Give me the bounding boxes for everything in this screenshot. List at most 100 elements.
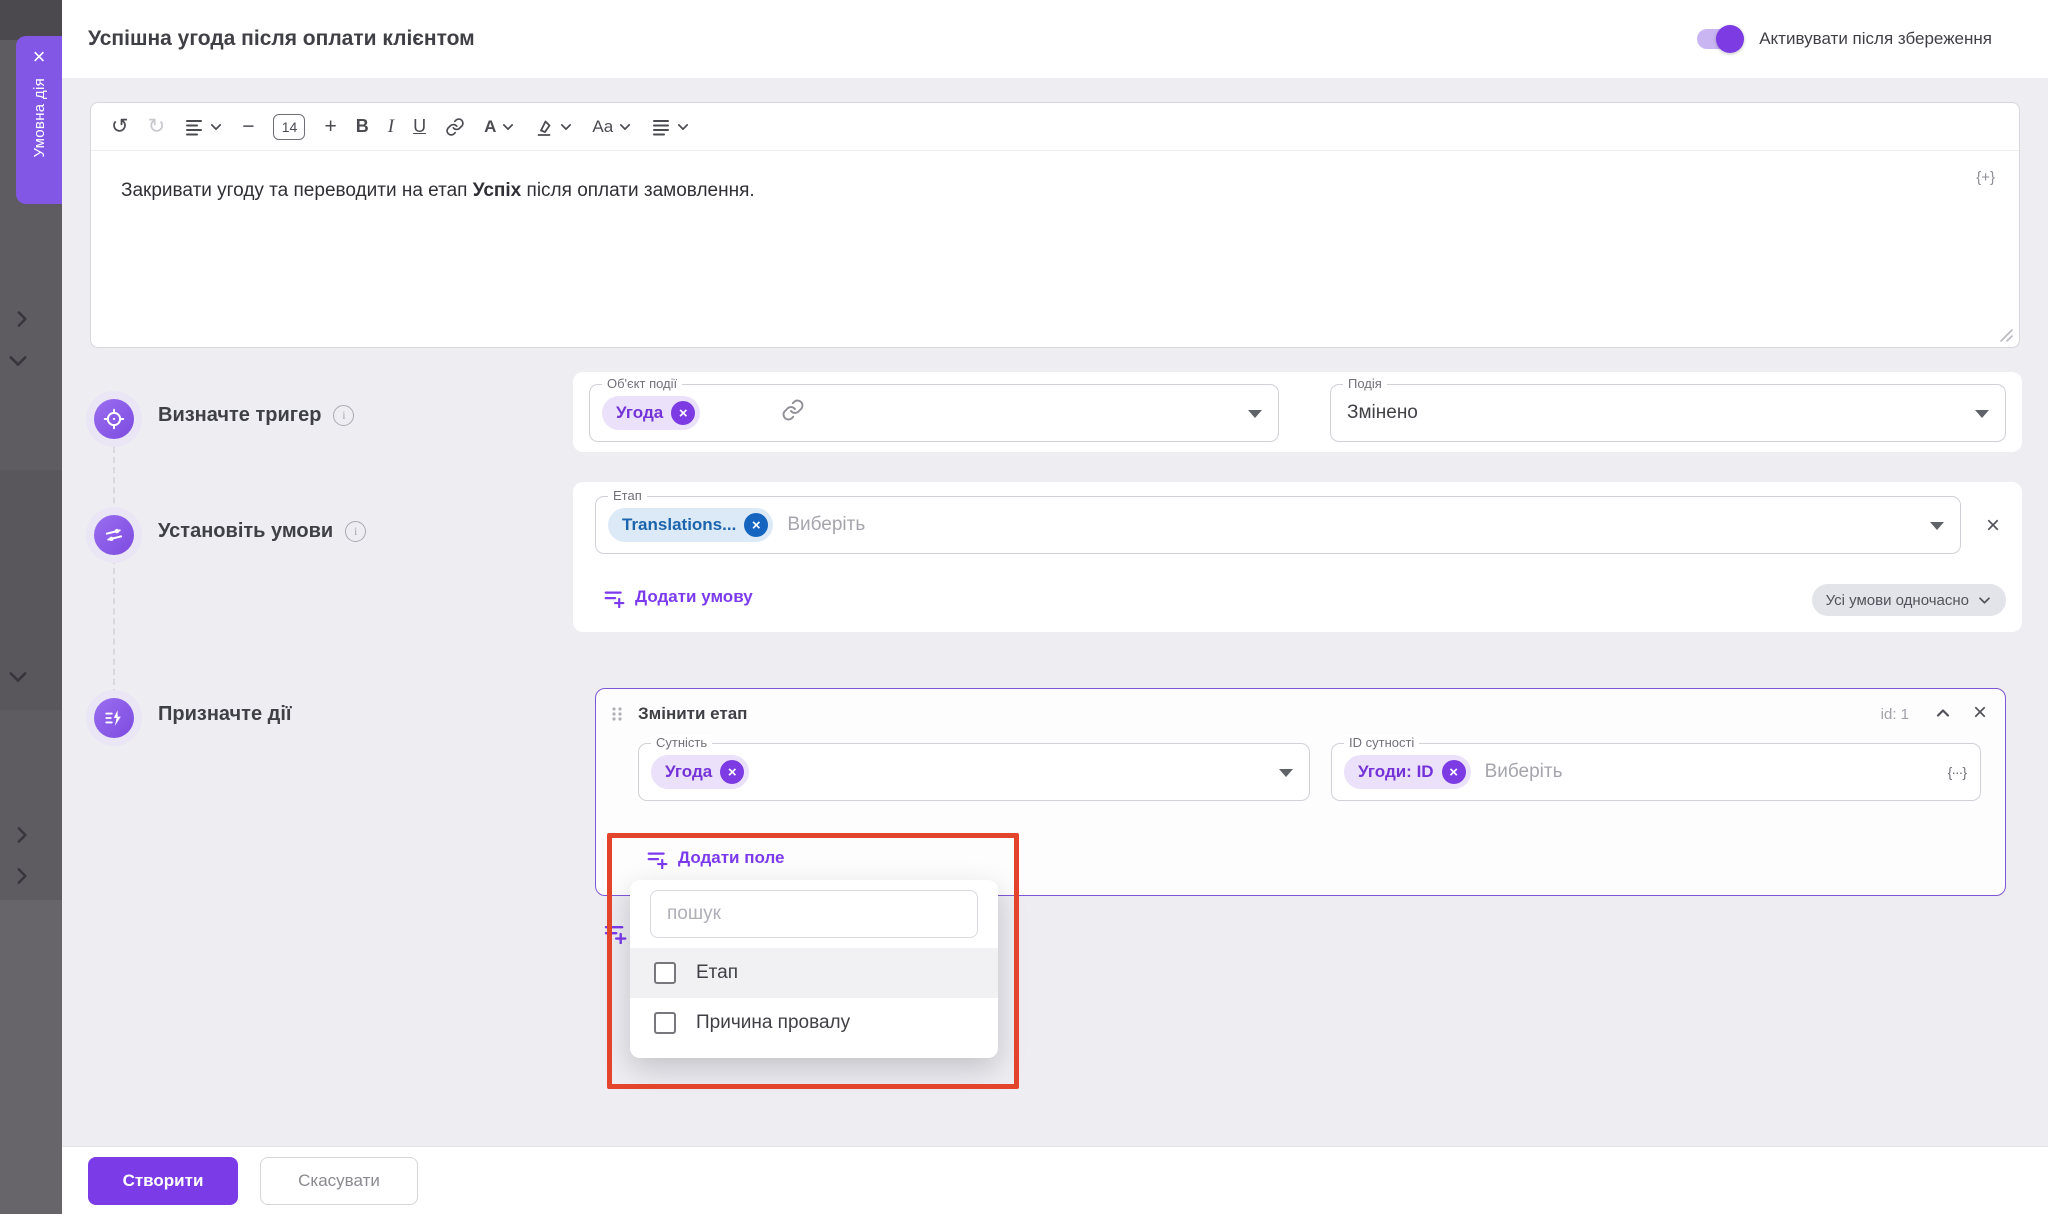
italic-button[interactable]: I <box>388 116 394 138</box>
trigger-step-icon <box>86 391 142 447</box>
field-label: ID сутності <box>1344 735 1419 750</box>
select-placeholder: Виберіть <box>787 514 865 536</box>
page-title: Успішна угода після оплати клієнтом <box>88 27 475 51</box>
step-label: Установіть умови <box>158 520 333 543</box>
option-checkbox[interactable] <box>654 1012 676 1034</box>
insert-variable-icon[interactable]: {···} <box>1948 764 1966 780</box>
add-list-icon <box>603 586 625 608</box>
action-card: Змінити етап id: 1 × Сутність Угода × ID… <box>595 688 2006 896</box>
bold-button[interactable]: B <box>356 116 369 137</box>
remove-chip-icon[interactable]: × <box>744 513 768 537</box>
highlight-color-button[interactable] <box>534 117 573 137</box>
chevron-down-icon <box>209 120 223 134</box>
conditions-step-icon <box>86 507 142 563</box>
add-field-button[interactable]: Додати поле <box>646 847 784 869</box>
remove-chip-icon[interactable]: × <box>720 760 744 784</box>
trigger-step-header: Визначте тригер i <box>158 404 354 427</box>
field-picker-dropdown: Етап Причина провалу <box>630 880 998 1058</box>
collapse-icon[interactable] <box>1933 703 1953 723</box>
event-select[interactable]: Подія Змінено <box>1330 384 2006 442</box>
dropdown-arrow-icon[interactable] <box>1279 769 1293 777</box>
toggle-knob <box>1716 25 1744 53</box>
link-fields-icon[interactable] <box>781 398 805 422</box>
underline-button[interactable]: U <box>413 116 426 137</box>
font-size-value[interactable]: 14 <box>273 114 305 140</box>
chevron-down-icon <box>501 120 515 134</box>
select-placeholder: Виберіть <box>1485 761 1563 783</box>
field-label: Сутність <box>651 735 712 750</box>
sidebar-shade <box>0 0 62 40</box>
option-checkbox[interactable] <box>654 962 676 984</box>
close-icon[interactable]: × <box>1973 699 1987 727</box>
info-icon[interactable]: i <box>345 521 366 542</box>
font-size-increase-button[interactable]: + <box>324 116 336 137</box>
selected-chip: Угоди: ID × <box>1344 755 1471 789</box>
dropdown-arrow-icon[interactable] <box>1248 410 1262 418</box>
add-condition-button[interactable]: Додати умову <box>603 586 753 608</box>
line-height-button[interactable] <box>184 117 223 137</box>
close-icon[interactable]: × <box>33 44 46 70</box>
chevron-down-icon <box>676 120 690 134</box>
activate-toggle-label: Активувати після збереження <box>1759 29 1992 49</box>
footer-bar: Створити Скасувати <box>62 1146 2048 1214</box>
bold-text: Успіх <box>473 180 522 201</box>
search-input[interactable] <box>650 890 978 938</box>
field-label: Подія <box>1343 376 1387 391</box>
dropdown-arrow-icon[interactable] <box>1930 522 1944 530</box>
chevron-right-icon[interactable] <box>10 865 32 887</box>
add-action-button[interactable] <box>603 920 627 944</box>
chevron-down-icon[interactable] <box>6 665 28 687</box>
cancel-button[interactable]: Скасувати <box>260 1157 418 1205</box>
condition-mode-select[interactable]: Усі умови одночасно <box>1812 584 2006 616</box>
chevron-down-icon <box>1977 593 1992 608</box>
action-card-header: Змінити етап id: 1 × <box>596 689 2005 737</box>
remove-condition-icon[interactable]: × <box>1986 512 2000 540</box>
font-color-button[interactable]: A <box>484 117 515 137</box>
add-list-icon <box>646 847 668 869</box>
dropdown-arrow-icon[interactable] <box>1975 410 1989 418</box>
redo-button[interactable]: ↻ <box>148 116 166 137</box>
chevron-down-icon <box>559 120 573 134</box>
chevron-right-icon[interactable] <box>10 824 32 846</box>
automation-editor-panel: Успішна угода після оплати клієнтом Акти… <box>62 0 2048 1214</box>
conditions-panel: Етап Translations... × Виберіть × Додати… <box>573 482 2022 632</box>
remove-chip-icon[interactable]: × <box>671 401 695 425</box>
drawer-tab-label: Умовна дія <box>31 78 48 157</box>
info-icon[interactable]: i <box>333 405 354 426</box>
dropdown-option[interactable]: Етап <box>630 948 998 998</box>
selected-value: Змінено <box>1347 402 1418 424</box>
highlight-color-icon <box>534 117 554 137</box>
text-case-button[interactable]: Aa <box>592 117 632 137</box>
action-bolt-icon <box>103 707 125 729</box>
create-button[interactable]: Створити <box>88 1157 238 1205</box>
description-text[interactable]: Закривати угоду та переводити на етап Ус… <box>91 151 2019 230</box>
editor-toolbar: ↺ ↻ − 14 + B I U A Aa <box>91 103 2019 151</box>
dropdown-option[interactable]: Причина провалу <box>630 998 998 1048</box>
action-title: Змінити етап <box>638 704 747 724</box>
event-object-select[interactable]: Об'єкт події Угода × <box>589 384 1279 442</box>
remove-chip-icon[interactable]: × <box>1442 760 1466 784</box>
entity-select[interactable]: Сутність Угода × <box>638 743 1310 801</box>
description-editor: ↺ ↻ − 14 + B I U A Aa <box>90 102 2020 348</box>
option-label: Причина провалу <box>696 1012 850 1034</box>
font-size-decrease-button[interactable]: − <box>242 116 254 137</box>
activate-toggle[interactable] <box>1697 29 1741 49</box>
chevron-down-icon[interactable] <box>6 349 28 371</box>
drawer-tab[interactable]: × Умовна дія <box>16 36 62 204</box>
insert-variable-icon[interactable]: {+} <box>1976 169 1995 186</box>
selected-chip: Угода × <box>651 755 749 789</box>
add-list-icon <box>603 920 627 944</box>
step-label: Призначте дії <box>158 703 292 726</box>
step-label: Визначте тригер <box>158 404 321 427</box>
stage-condition-select[interactable]: Етап Translations... × Виберіть <box>595 496 1961 554</box>
align-button[interactable] <box>651 117 690 137</box>
undo-button[interactable]: ↺ <box>111 116 129 137</box>
sidebar-shade <box>0 900 62 1214</box>
insert-link-button[interactable] <box>445 117 465 137</box>
drag-handle-icon[interactable] <box>608 704 626 724</box>
resize-handle-icon[interactable] <box>1998 327 2014 343</box>
conditions-step-header: Установіть умови i <box>158 520 366 543</box>
chevron-right-icon[interactable] <box>10 308 32 330</box>
chevron-down-icon <box>618 120 632 134</box>
entity-id-select[interactable]: ID сутності Угоди: ID × Виберіть {···} <box>1331 743 1981 801</box>
